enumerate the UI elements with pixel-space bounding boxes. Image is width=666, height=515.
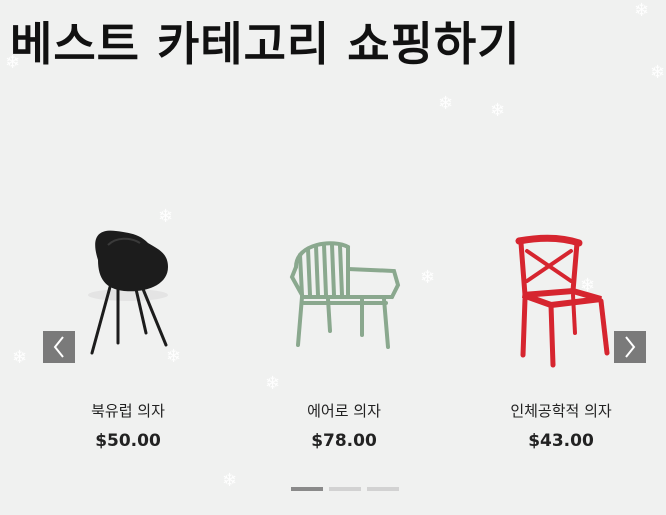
product-name[interactable]: 인체공학적 의자 (461, 400, 661, 421)
product-image-green-chair[interactable] (244, 225, 444, 375)
product-price: $78.00 (311, 431, 377, 451)
product-price: $50.00 (95, 431, 161, 451)
product-carousel: 북유럽 의자 $50.00 에어로 의자 $78.00 인체공학적 의자 $43… (0, 0, 666, 515)
product-card[interactable]: 에어로 의자 $78.00 (244, 225, 444, 451)
pagination-dot-1[interactable] (291, 487, 323, 491)
carousel-prev-button[interactable] (43, 331, 75, 363)
product-name[interactable]: 북유럽 의자 (28, 400, 228, 421)
carousel-pagination (291, 487, 399, 491)
chevron-right-icon (625, 336, 636, 358)
product-name[interactable]: 에어로 의자 (244, 400, 444, 421)
product-price: $43.00 (528, 431, 594, 451)
pagination-dot-2[interactable] (329, 487, 361, 491)
chevron-left-icon (53, 336, 64, 358)
carousel-next-button[interactable] (614, 331, 646, 363)
pagination-dot-3[interactable] (367, 487, 399, 491)
